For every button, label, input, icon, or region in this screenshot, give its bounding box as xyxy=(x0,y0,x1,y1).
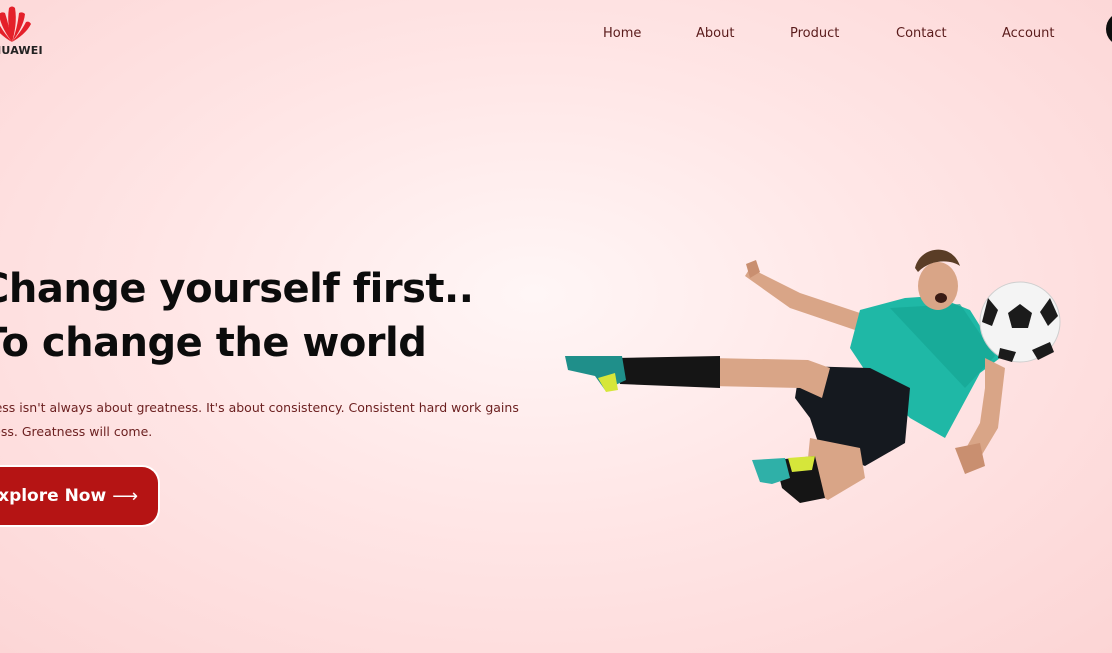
hero-title-line-2: To change the world xyxy=(0,320,427,366)
hero-title-line-1: Change yourself first.. xyxy=(0,266,474,312)
logo-text: HUAWEI xyxy=(0,44,43,57)
hero-description: Success isn't always about greatness. It… xyxy=(0,400,519,439)
huawei-logo[interactable]: HUAWEI xyxy=(0,2,43,58)
nav-item-account[interactable]: Account xyxy=(1002,26,1055,41)
explore-now-button[interactable]: Explore Now ⟶ xyxy=(0,467,158,525)
nav-item-about[interactable]: About xyxy=(696,26,734,41)
menu-toggle-button[interactable] xyxy=(1106,12,1112,46)
hero-title: Change yourself first.. To change the wo… xyxy=(0,262,474,370)
soccer-player-image xyxy=(565,249,1061,503)
nav-item-home[interactable]: Home xyxy=(603,26,641,41)
nav-item-product[interactable]: Product xyxy=(790,26,839,41)
huawei-logo-mark-icon xyxy=(0,6,31,42)
nav-item-contact[interactable]: Contact xyxy=(896,26,947,41)
explore-now-label: Explore Now xyxy=(0,486,107,506)
long-arrow-right-icon: ⟶ xyxy=(112,485,138,507)
